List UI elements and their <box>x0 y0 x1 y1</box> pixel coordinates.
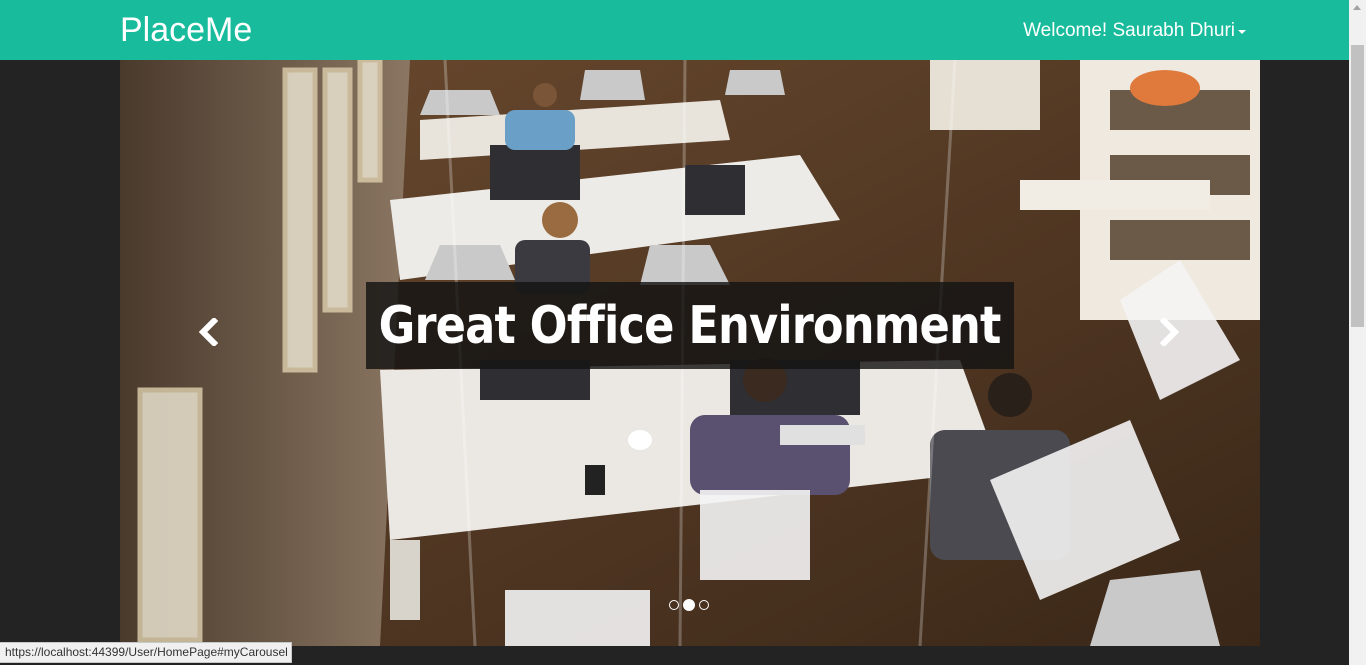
user-menu-label: Welcome! Saurabh Dhuri <box>1023 20 1235 41</box>
caret-down-icon <box>1238 30 1246 34</box>
chevron-right-icon <box>1159 318 1180 346</box>
carousel-caption: Great Office Environment <box>366 282 1014 369</box>
carousel-indicator-active[interactable] <box>683 599 695 611</box>
carousel: Great Office Environment <box>120 60 1260 646</box>
carousel-indicator[interactable] <box>699 600 709 610</box>
browser-viewport: PlaceMe Welcome! Saurabh Dhuri Great Off… <box>0 0 1366 665</box>
status-bar-url: https://localhost:44399/User/HomePage#my… <box>0 642 292 663</box>
carousel-caption-text: Great Office Environment <box>379 295 1002 356</box>
carousel-next-button[interactable] <box>1150 312 1190 352</box>
navbar: PlaceMe Welcome! Saurabh Dhuri <box>0 0 1349 60</box>
carousel-indicators <box>669 599 709 611</box>
vertical-scrollbar[interactable] <box>1349 0 1366 665</box>
scrollbar-thumb[interactable] <box>1351 45 1364 327</box>
carousel-prev-button[interactable] <box>188 312 228 352</box>
brand-link[interactable]: PlaceMe <box>120 10 252 50</box>
carousel-indicator[interactable] <box>669 600 679 610</box>
scroll-up-arrow-icon[interactable] <box>1353 5 1361 10</box>
user-menu-dropdown[interactable]: Welcome! Saurabh Dhuri <box>1023 19 1246 43</box>
chevron-left-icon <box>198 318 219 346</box>
